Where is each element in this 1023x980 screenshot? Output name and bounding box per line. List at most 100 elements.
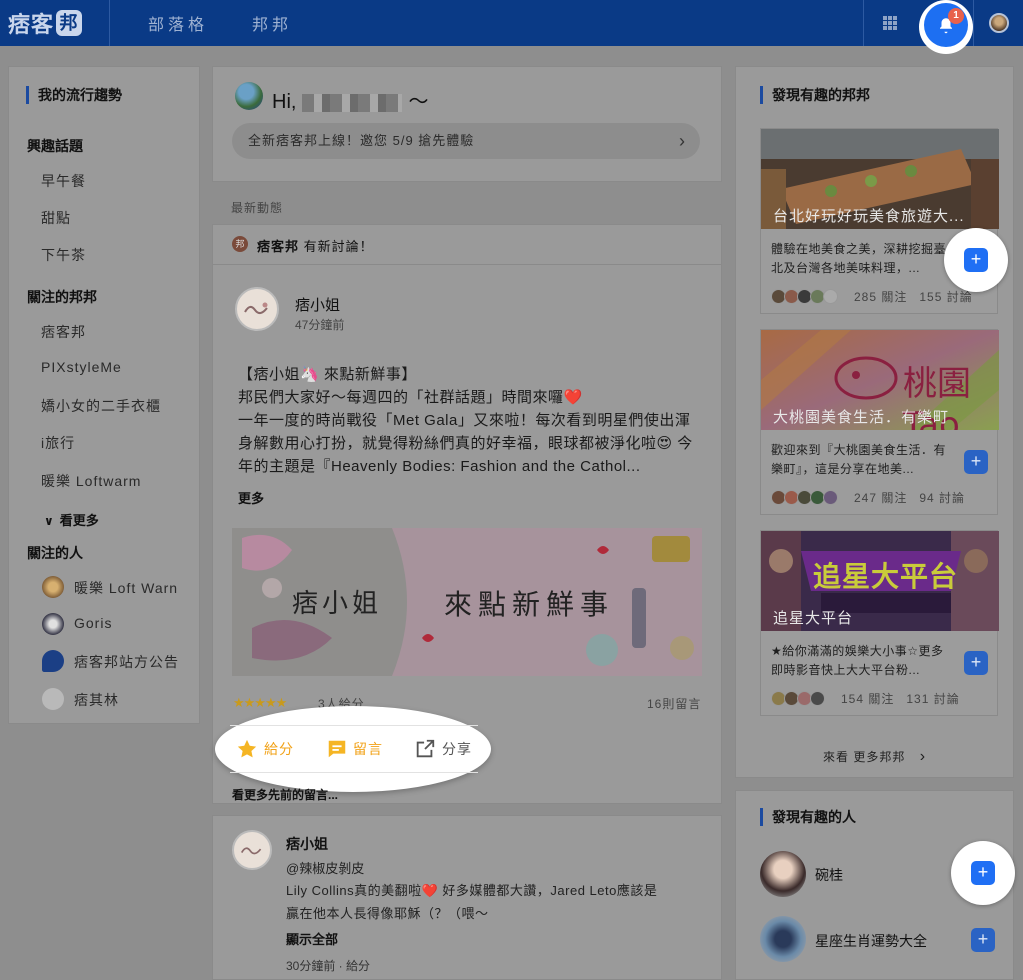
- post-author[interactable]: 痞小姐: [295, 294, 340, 315]
- notification-badge: 1: [948, 8, 964, 24]
- sidebar-item-bang[interactable]: PIXstyleMe: [41, 359, 122, 375]
- post-time: 47分鐘前: [295, 318, 345, 332]
- post-line: 一年一度的時尚戰役「Met Gala」又來啦！每次看到明星們使出渾: [238, 412, 691, 429]
- rate-label: 給分: [264, 741, 294, 757]
- comment-meta: 30分鐘前 · 給分: [286, 959, 371, 973]
- follow-bang-button[interactable]: +: [964, 450, 988, 474]
- share-label: 分享: [442, 741, 472, 757]
- show-all-link[interactable]: 顯示全部: [286, 929, 338, 948]
- follow-count: 154 關注: [841, 691, 895, 706]
- person-name[interactable]: 碗桂: [815, 865, 843, 885]
- feed-header-text: 痞客邦 有新討論！: [257, 236, 374, 255]
- notification-area: 1: [915, 0, 973, 54]
- sidebar-item-person[interactable]: Goris: [74, 615, 112, 631]
- sidebar-item-interest[interactable]: 早午餐: [41, 171, 86, 191]
- rating-stars: ★★★★★: [233, 695, 287, 710]
- see-more-bangs[interactable]: ∨ 看更多: [44, 510, 99, 529]
- nav-bangbang-link[interactable]: 邦邦: [252, 11, 292, 35]
- person-name[interactable]: 星座生肖運勢大全: [815, 931, 927, 951]
- user-avatar: [988, 13, 1009, 33]
- bang-card-desc: ★給你滿滿的娛樂大小事☆更多即時影音快上大大平台粉...: [771, 644, 944, 677]
- bang-card-footer: 247 關注 94 討論: [771, 488, 991, 506]
- promo-text: 全新痞客邦上線！邀您 5/9 搶先體驗: [248, 133, 475, 148]
- sidebar-item-person[interactable]: 痞客邦站方公告: [74, 652, 179, 672]
- greeting-text: Hi, ～: [272, 85, 428, 114]
- member-avatars: [771, 690, 825, 706]
- sidebar-item-person[interactable]: 痞其林: [74, 690, 119, 710]
- follow-person-button[interactable]: +: [971, 928, 995, 952]
- person-avatar: [42, 688, 64, 710]
- comment-count[interactable]: 16則留言: [647, 695, 701, 712]
- banner-right-text: 來點新鮮事: [444, 588, 615, 621]
- pixnet-logo[interactable]: 痞客邦: [0, 0, 110, 46]
- post-line: 邦民們大家好～每週四的「社群話題」時間來囉❤️: [238, 389, 583, 406]
- follow-people-title: 關注的人: [27, 545, 83, 561]
- member-avatars: [771, 288, 838, 304]
- globe-icon: [235, 82, 263, 110]
- follow-bang-button[interactable]: +: [964, 651, 988, 675]
- person-avatar[interactable]: [760, 916, 806, 962]
- star-platform-logo-text: 追星大平台: [813, 561, 959, 592]
- sidebar-item-bang[interactable]: 暖樂 Loftwarm: [41, 471, 141, 491]
- follow-bang-title: 關注的邦邦: [27, 289, 97, 305]
- logo-badge: 邦: [56, 10, 83, 36]
- greeting-hi: Hi,: [272, 91, 297, 113]
- more-link[interactable]: 更多: [238, 488, 264, 507]
- comment-author-avatar[interactable]: [232, 830, 272, 870]
- follow-bang-button[interactable]: +: [964, 248, 988, 272]
- pixnet-bang-icon: 邦: [232, 236, 248, 252]
- sidebar-item-bang[interactable]: 痞客邦: [41, 322, 86, 342]
- share-button[interactable]: 分享: [414, 736, 472, 762]
- latest-activity-label: 最新動態: [231, 201, 284, 215]
- action-divider: [230, 772, 478, 773]
- comment-mention[interactable]: @辣椒皮剝皮: [286, 858, 364, 877]
- person-avatar: [42, 650, 64, 672]
- bang-card[interactable]: 追星大平台 追星大平台 ★給你滿滿的娛樂大小事☆更多即時影音快上大大平台粉...…: [760, 530, 999, 716]
- post-banner-image[interactable]: 痞小姐 來點新鮮事: [232, 528, 702, 676]
- blurred-username: [302, 93, 403, 112]
- discover-people-title: 發現有趣的人: [760, 808, 856, 826]
- bang-card[interactable]: 桃園Tao 大桃園美食生活．有樂町 歡迎來到『大桃園美食生活．有樂町』，這是分享…: [760, 329, 999, 515]
- logo-text: 痞客: [8, 12, 55, 37]
- see-more-bangs-link[interactable]: 來看 更多邦邦 ›: [823, 748, 926, 766]
- follow-count: 247 關注: [854, 490, 908, 505]
- discussion-count: 94 討論: [919, 490, 966, 505]
- greeting-tilde: ～: [408, 91, 429, 113]
- follow-person-button[interactable]: +: [971, 861, 995, 885]
- user-avatar-button[interactable]: [973, 0, 1023, 46]
- author-logo-graphic: [240, 847, 262, 855]
- person-avatar: [42, 576, 64, 598]
- person-avatar: [42, 613, 64, 635]
- sidebar-item-interest[interactable]: 甜點: [41, 208, 71, 228]
- bang-card-caption: 大桃園美食生活．有樂町: [773, 409, 950, 426]
- bang-card-desc: 歡迎來到『大桃園美食生活．有樂町』，這是分享在地美...: [771, 443, 947, 476]
- apps-grid-button[interactable]: [863, 0, 915, 46]
- nav-blog-link[interactable]: 部落格: [148, 11, 208, 35]
- comment-author[interactable]: 痞小姐: [286, 834, 328, 854]
- trend-title: 我的流行趨勢: [26, 86, 122, 104]
- older-comments-link[interactable]: 看更多先前的留言...: [232, 786, 338, 803]
- discover-bang-title: 發現有趣的邦邦: [760, 86, 870, 104]
- bang-card-caption: 台北好玩好玩美食旅遊大...: [773, 208, 965, 225]
- comment-line: Lily Collins真的美翻啦❤️ 好多媒體都大讚，Jared Leto應該…: [286, 883, 658, 898]
- post-line: 年的主題是『Heavenly Bodies: Fashion and the C…: [238, 458, 641, 475]
- chevron-right-icon: ›: [679, 131, 686, 151]
- feed-source-link[interactable]: 痞客邦: [257, 239, 299, 254]
- comment-button[interactable]: 留言: [326, 736, 383, 762]
- sidebar-item-person[interactable]: 暖樂 Loft Warn: [74, 578, 178, 598]
- comment-label: 留言: [353, 741, 383, 757]
- post-body: 【痞小姐🦄 來點新鮮事】 邦民們大家好～每週四的「社群話題」時間來囉❤️ 一年一…: [238, 363, 708, 478]
- sidebar-item-interest[interactable]: 下午茶: [41, 245, 86, 265]
- sidebar-item-bang[interactable]: i旅行: [41, 433, 75, 453]
- person-avatar[interactable]: [760, 851, 806, 897]
- feed-header-message: 有新討論！: [303, 239, 374, 254]
- share-icon: [416, 739, 435, 758]
- chevron-right-icon: ›: [919, 748, 927, 765]
- top-navbar: 痞客邦 部落格 邦邦 1: [0, 0, 1023, 54]
- post-author-avatar[interactable]: [235, 287, 279, 331]
- promo-banner[interactable]: 全新痞客邦上線！邀您 5/9 搶先體驗 ›: [232, 123, 700, 159]
- see-more-label: 看更多: [59, 513, 99, 528]
- bang-card-footer: 154 關注 131 討論: [771, 689, 991, 707]
- rate-button[interactable]: 給分: [236, 736, 294, 762]
- sidebar-item-bang[interactable]: 嬌小女的二手衣櫃: [41, 396, 161, 416]
